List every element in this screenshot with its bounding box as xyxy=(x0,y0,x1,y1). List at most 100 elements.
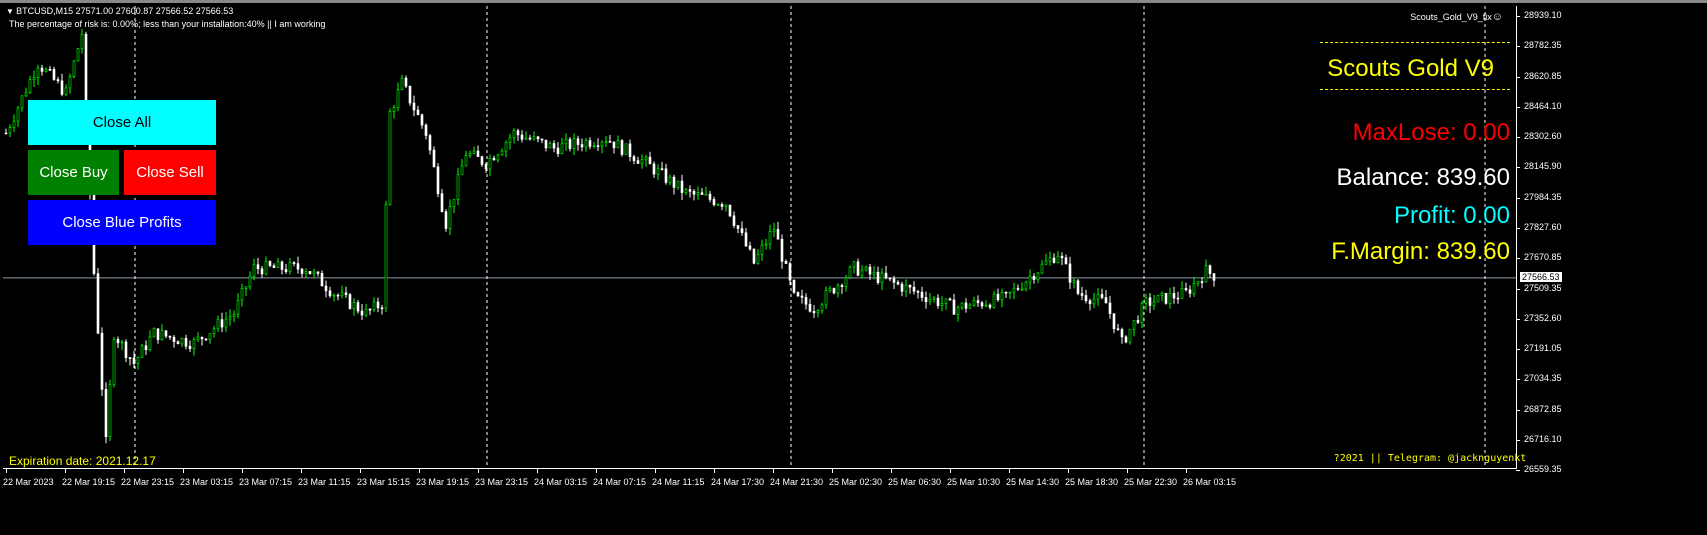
candle-body xyxy=(520,134,524,140)
candle-body xyxy=(676,180,680,188)
time-tick xyxy=(478,469,479,473)
candle-body xyxy=(612,141,616,149)
candle-body xyxy=(704,193,708,196)
candle-body xyxy=(404,77,408,87)
candle-body xyxy=(1084,295,1088,302)
candle-body xyxy=(868,266,872,275)
candle-body xyxy=(1120,329,1124,338)
candle-body xyxy=(928,298,932,302)
candle-body xyxy=(844,277,848,287)
candle-body xyxy=(356,302,360,312)
candle-body xyxy=(576,138,580,145)
close-all-button[interactable]: Close All xyxy=(28,100,216,145)
price-tick xyxy=(1516,45,1520,47)
candle-body xyxy=(768,231,772,245)
candle-body xyxy=(560,143,564,155)
price-tick-label: 28939.10 xyxy=(1524,10,1562,20)
candle-body xyxy=(1148,297,1152,306)
time-tick-label: 22 Mar 19:15 xyxy=(62,477,116,487)
candle-body xyxy=(388,111,392,206)
price-tick xyxy=(1516,440,1520,442)
time-tick xyxy=(1186,469,1187,473)
candle-body xyxy=(368,308,372,311)
candle-body xyxy=(172,336,176,342)
candle-body xyxy=(108,384,112,438)
candle-body xyxy=(776,229,780,240)
candle-body xyxy=(920,291,924,298)
candle-body xyxy=(932,297,936,300)
candle-body xyxy=(264,261,268,275)
balance: Balance: 839.60 xyxy=(1336,164,1510,191)
candle-body xyxy=(648,156,652,165)
candle-body xyxy=(496,154,500,161)
candle-body xyxy=(240,288,244,301)
candle-body xyxy=(16,107,20,122)
candle-body xyxy=(956,307,960,315)
candle-body xyxy=(180,338,184,345)
close-sell-button[interactable]: Close Sell xyxy=(124,150,216,195)
time-tick xyxy=(537,469,538,473)
candle-body xyxy=(1212,273,1216,281)
time-tick xyxy=(419,469,420,473)
candle-body xyxy=(544,139,548,149)
candle-body xyxy=(620,140,624,155)
candle-body xyxy=(76,48,80,62)
smiley-icon[interactable]: ☺ xyxy=(1492,11,1503,23)
time-tick-label: 25 Mar 02:30 xyxy=(829,477,883,487)
candle-body xyxy=(260,268,264,275)
candle-body xyxy=(164,330,168,337)
price-tick-label: 27034.35 xyxy=(1524,373,1562,384)
candle-body xyxy=(52,69,56,80)
candle-body xyxy=(1152,301,1156,306)
candle-body xyxy=(684,189,688,193)
candle-body xyxy=(840,285,844,287)
candle-body xyxy=(344,292,348,295)
candle-body xyxy=(660,168,664,170)
candle-body xyxy=(724,204,728,207)
candle-body xyxy=(80,33,84,49)
candle-body xyxy=(308,271,312,275)
candle-body xyxy=(884,272,888,279)
candle-body xyxy=(48,68,52,71)
candle-body xyxy=(1016,288,1020,290)
time-tick xyxy=(714,469,715,473)
price-tick-label: 28782.35 xyxy=(1524,39,1562,50)
time-tick-label: 26 Mar 03:15 xyxy=(1183,477,1237,487)
candle-body xyxy=(464,155,468,167)
close-blue-profits-button[interactable]: Close Blue Profits xyxy=(28,200,216,245)
time-tick-label: 25 Mar 06:30 xyxy=(888,477,942,487)
candle-body xyxy=(780,238,784,262)
candle-body xyxy=(1200,281,1204,283)
title-divider-bottom xyxy=(1320,89,1510,90)
candle-body xyxy=(1204,265,1208,283)
candle-body xyxy=(380,307,384,310)
candle-body xyxy=(584,140,588,148)
candle-body xyxy=(284,269,288,272)
candle-body xyxy=(320,273,324,287)
candle-body xyxy=(1004,291,1008,294)
candle-body xyxy=(252,264,256,277)
candle-body xyxy=(468,152,472,156)
candle-body xyxy=(168,335,172,338)
candle-body xyxy=(1160,292,1164,296)
candle-body xyxy=(728,204,732,217)
indicator-name: Scouts_Gold_V9_fix☺ xyxy=(1410,11,1503,23)
price-tick-label: 26559.35 xyxy=(1524,464,1562,474)
candle-body xyxy=(1048,257,1052,262)
candle-body xyxy=(864,266,868,271)
candle-body xyxy=(1184,288,1188,291)
candle-body xyxy=(228,316,232,320)
candle-body xyxy=(444,211,448,229)
candle-body xyxy=(132,357,136,364)
candle-body xyxy=(976,300,980,304)
candle-body xyxy=(960,302,964,308)
candle-body xyxy=(420,114,424,126)
symbol-quote: BTCUSD,M15 27571.00 27600.87 27566.52 27… xyxy=(16,6,234,16)
collapse-triangle-icon[interactable]: ▼ xyxy=(6,7,16,16)
chart-plot-area[interactable] xyxy=(3,6,1517,469)
time-tick-label: 23 Mar 03:15 xyxy=(180,477,234,487)
close-buy-button[interactable]: Close Buy xyxy=(28,150,119,195)
candle-body xyxy=(452,199,456,208)
time-tick xyxy=(773,469,774,473)
candle-body xyxy=(712,199,716,205)
